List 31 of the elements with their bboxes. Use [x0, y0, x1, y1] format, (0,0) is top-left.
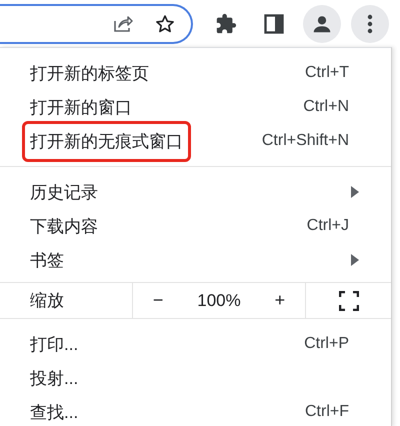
shortcut-text: Ctrl+P [304, 335, 349, 353]
profile-icon[interactable] [303, 4, 341, 42]
shortcut-text: Ctrl+N [303, 98, 349, 116]
menu-item-label: 投射... [30, 368, 78, 390]
menu-item[interactable]: 查找... Ctrl+F [0, 395, 391, 426]
menu-item[interactable]: 打印... Ctrl+P [0, 327, 391, 361]
menu-item-label: 打开新的无痕式窗口 [22, 120, 191, 162]
shortcut-text: Ctrl+Shift+N [262, 132, 349, 150]
menu-icon[interactable] [351, 4, 389, 42]
fullscreen-icon[interactable] [338, 290, 358, 310]
menu-item-label: 打印... [30, 334, 78, 356]
menu-item-label: 打开新的标签页 [30, 62, 149, 84]
menu-item-label: 历史记录 [30, 182, 98, 204]
menu-item-label: 下载内容 [30, 216, 98, 238]
menu-item[interactable]: 书签 [0, 243, 391, 277]
shortcut-text: Ctrl+J [306, 217, 349, 235]
star-icon[interactable] [155, 14, 175, 34]
menu-item[interactable]: 下载内容 Ctrl+J [0, 209, 391, 243]
shortcut-text: Ctrl+F [305, 403, 349, 421]
menu-item-label: 打开新的窗口 [30, 96, 132, 118]
menu-item[interactable]: 打开新的标签页 Ctrl+T [0, 56, 391, 90]
zoom-level: 100% [197, 290, 241, 310]
menu-item-label: 书签 [30, 250, 64, 272]
menu-item[interactable]: 历史记录 [0, 175, 391, 209]
menu-item-label: 查找... [30, 402, 78, 424]
zoom-label: 缩放 [0, 283, 133, 318]
zoom-in-button[interactable]: + [268, 290, 292, 311]
zoom-out-button[interactable]: − [146, 290, 170, 311]
share-icon[interactable] [113, 14, 133, 32]
menu-item[interactable]: 投射... [0, 361, 391, 395]
shortcut-text: Ctrl+T [305, 64, 349, 82]
